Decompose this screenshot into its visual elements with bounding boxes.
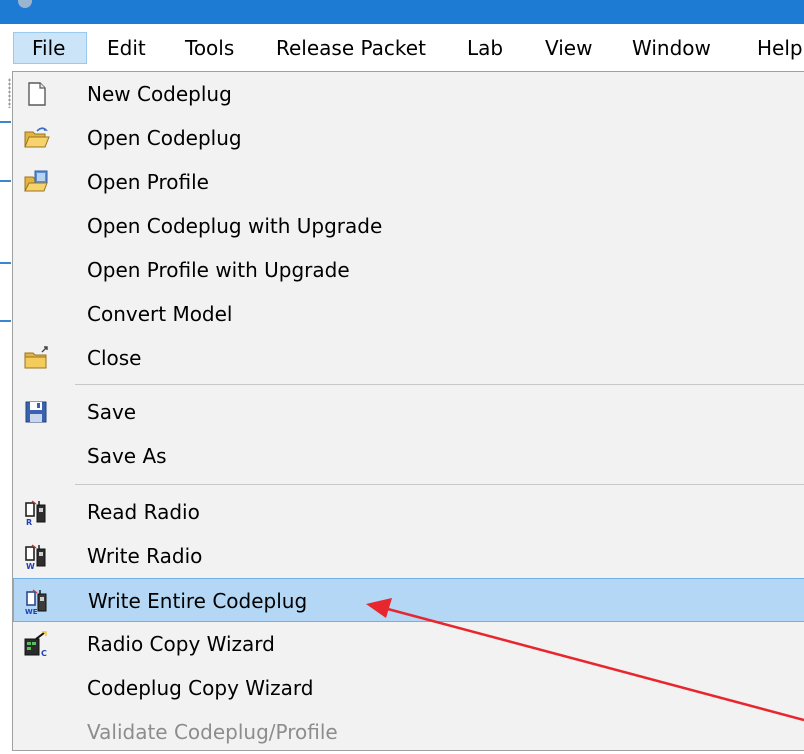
- edge-mark: [0, 320, 11, 322]
- window-title-bar: [0, 0, 804, 24]
- menu-release-packet[interactable]: Release Packet: [276, 32, 426, 64]
- menu-item-label: Open Codeplug with Upgrade: [87, 214, 383, 238]
- menu-item-label: Radio Copy Wizard: [87, 632, 275, 656]
- toolbar-grip-handle[interactable]: [8, 78, 11, 108]
- menu-bar: File Edit Tools Release Packet Lab View …: [0, 24, 804, 72]
- menu-item-open-codeplug[interactable]: Open Codeplug: [13, 116, 804, 160]
- floppy-disk-icon: [25, 401, 47, 423]
- menu-item-save-as[interactable]: Save As: [13, 434, 804, 478]
- menu-file[interactable]: File: [13, 32, 87, 64]
- write-radio-icon: W: [25, 544, 46, 570]
- new-document-icon: [28, 82, 46, 106]
- menu-item-label: Save As: [87, 444, 167, 468]
- menu-item-new-codeplug[interactable]: New Codeplug: [13, 72, 804, 116]
- menu-item-label: Open Profile: [87, 170, 209, 194]
- menu-tools[interactable]: Tools: [185, 32, 234, 64]
- menu-window[interactable]: Window: [632, 32, 711, 64]
- svg-text:R: R: [26, 518, 32, 526]
- menu-item-label: Validate Codeplug/Profile: [87, 720, 338, 744]
- menu-item-write-radio[interactable]: W Write Radio: [13, 534, 804, 578]
- open-profile-icon: [24, 170, 48, 192]
- close-folder-icon: [24, 346, 48, 369]
- file-dropdown-menu: New Codeplug Open Codeplug Open Profile …: [12, 71, 804, 751]
- menu-item-codeplug-copy-wizard[interactable]: Codeplug Copy Wizard: [13, 666, 804, 710]
- svg-text:W: W: [26, 562, 35, 570]
- menu-item-convert-model[interactable]: Convert Model: [13, 292, 804, 336]
- radio-copy-wizard-icon: C: [24, 631, 47, 658]
- menu-separator: [75, 384, 804, 385]
- menu-item-open-profile-with-upgrade[interactable]: Open Profile with Upgrade: [13, 248, 804, 292]
- menu-item-label: Convert Model: [87, 302, 233, 326]
- read-radio-icon: R: [25, 500, 46, 526]
- open-folder-icon: [24, 127, 50, 148]
- menu-help[interactable]: Help: [757, 32, 803, 64]
- svg-text:C: C: [41, 649, 47, 658]
- background-window-edge: [0, 72, 12, 738]
- menu-view[interactable]: View: [545, 32, 592, 64]
- edge-mark: [0, 262, 11, 264]
- menu-item-label: Write Radio: [87, 544, 203, 568]
- menu-item-read-radio[interactable]: R Read Radio: [13, 490, 804, 534]
- menu-item-label: Close: [87, 346, 142, 370]
- menu-item-save[interactable]: Save: [13, 390, 804, 434]
- svg-text:WE: WE: [25, 608, 38, 615]
- edge-mark: [0, 121, 11, 123]
- menu-item-write-entire-codeplug[interactable]: WE Write Entire Codeplug: [13, 578, 804, 622]
- menu-item-label: Read Radio: [87, 500, 200, 524]
- menu-edit[interactable]: Edit: [107, 32, 146, 64]
- menu-item-open-codeplug-with-upgrade[interactable]: Open Codeplug with Upgrade: [13, 204, 804, 248]
- menu-lab[interactable]: Lab: [467, 32, 503, 64]
- menu-item-label: Write Entire Codeplug: [88, 589, 308, 613]
- menu-item-label: Open Profile with Upgrade: [87, 258, 350, 282]
- menu-item-open-profile[interactable]: Open Profile: [13, 160, 804, 204]
- menu-item-label: Save: [87, 400, 137, 424]
- write-entire-codeplug-icon: WE: [25, 589, 47, 615]
- menu-item-label: Open Codeplug: [87, 126, 242, 150]
- edge-mark: [0, 180, 11, 182]
- menu-item-label: New Codeplug: [87, 82, 232, 106]
- menu-item-radio-copy-wizard[interactable]: C Radio Copy Wizard: [13, 622, 804, 666]
- menu-item-validate-codeplug-profile: Validate Codeplug/Profile: [13, 710, 804, 754]
- menu-separator: [75, 484, 804, 485]
- menu-item-label: Codeplug Copy Wizard: [87, 676, 314, 700]
- app-icon: [18, 0, 32, 8]
- menu-item-close[interactable]: Close: [13, 336, 804, 380]
